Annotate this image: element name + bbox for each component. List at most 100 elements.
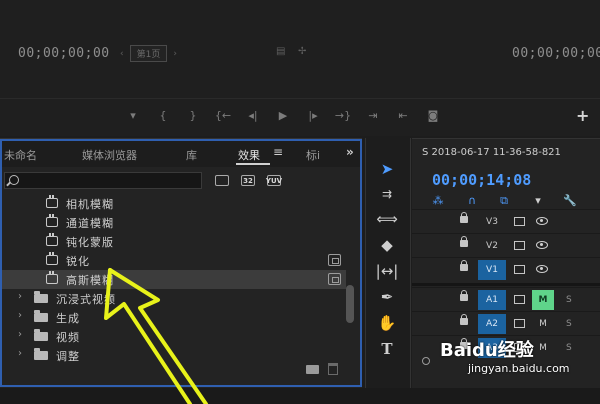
- slip-tool-icon[interactable]: |↔|: [374, 260, 400, 282]
- video-track: V2: [412, 233, 600, 257]
- play-icon[interactable]: ▶: [268, 108, 298, 124]
- track-label-targeted[interactable]: A1: [478, 290, 506, 310]
- effects-list: 相机模糊 通道模糊 钝化蒙版 锐化 高斯模糊 › 沉浸式视频 › 生成 › 视频…: [0, 195, 362, 387]
- add-marker-icon[interactable]: ▾: [530, 194, 546, 207]
- pen-tool-icon[interactable]: ✒: [374, 286, 400, 308]
- tab-libraries[interactable]: 库: [186, 147, 197, 163]
- sync-lock-icon[interactable]: [514, 265, 525, 274]
- selection-tool-icon[interactable]: ➤: [374, 158, 400, 180]
- track-label[interactable]: V2: [478, 236, 506, 256]
- type-tool-icon[interactable]: T: [374, 338, 400, 360]
- settings-icon[interactable]: ✢: [298, 46, 306, 57]
- eye-icon[interactable]: [536, 217, 548, 225]
- active-tab-indicator: [236, 163, 270, 165]
- chevron-right-icon[interactable]: ›: [18, 291, 22, 302]
- timeline-timecode[interactable]: 00;00;14;08: [432, 171, 531, 189]
- trash-icon[interactable]: [328, 363, 338, 375]
- effect-icon: [46, 195, 58, 208]
- snap-icon[interactable]: ∩: [464, 194, 480, 207]
- sync-lock-icon[interactable]: [514, 319, 525, 328]
- list-item-selected[interactable]: 高斯模糊: [2, 270, 346, 289]
- export-frame-icon[interactable]: ▤: [276, 46, 285, 57]
- tab-effects[interactable]: 效果: [238, 147, 260, 163]
- tab-media-browser[interactable]: 媒体浏览器: [82, 147, 137, 163]
- new-bin-icon[interactable]: [306, 365, 319, 374]
- mark-in-icon[interactable]: {: [148, 108, 178, 124]
- accelerated-badge-icon: [328, 254, 341, 266]
- chevron-right-icon[interactable]: ›: [18, 329, 22, 340]
- sync-lock-icon[interactable]: [514, 241, 525, 250]
- solo-button[interactable]: S: [566, 290, 580, 310]
- search-icon: [9, 175, 19, 185]
- list-item[interactable]: 通道模糊: [2, 213, 346, 232]
- scrollbar[interactable]: [346, 285, 354, 323]
- 32bit-effects-filter[interactable]: 32: [238, 172, 258, 188]
- scroll-handle[interactable]: [422, 357, 430, 365]
- track-label-targeted[interactable]: V1: [478, 260, 506, 280]
- button-editor-plus-icon[interactable]: +: [576, 108, 589, 124]
- track-divider: [412, 283, 600, 286]
- lock-icon[interactable]: [460, 260, 468, 271]
- panel-menu-icon[interactable]: ≡: [273, 145, 283, 159]
- folder-item[interactable]: › 生成: [2, 308, 346, 327]
- tab-project[interactable]: 未命名: [4, 147, 37, 163]
- chevron-right-icon[interactable]: ›: [18, 310, 22, 321]
- fit-select[interactable]: ‹ 第1页 ›: [120, 45, 177, 62]
- watermark-url: jingyan.baidu.com: [468, 362, 570, 375]
- lock-icon[interactable]: [460, 236, 468, 247]
- go-to-in-icon[interactable]: {←: [208, 108, 238, 124]
- settings-icon[interactable]: ›: [173, 49, 177, 59]
- effect-icon: [46, 214, 58, 227]
- eye-icon[interactable]: [536, 265, 548, 273]
- marker-icon[interactable]: ▾: [118, 108, 148, 124]
- lock-icon[interactable]: [460, 212, 468, 223]
- track-select-tool-icon[interactable]: ⇉: [374, 183, 400, 205]
- filter-bin-icon: [215, 175, 229, 186]
- folder-item[interactable]: › 调整: [2, 346, 346, 365]
- folder-icon: [34, 291, 48, 303]
- solo-button[interactable]: S: [566, 338, 580, 358]
- sync-lock-icon[interactable]: [514, 217, 525, 226]
- tools-panel: ➤ ⇉ ⟺ ◆ |↔| ✒ ✋ T: [365, 138, 411, 388]
- list-item[interactable]: 相机模糊: [2, 194, 346, 213]
- mute-button[interactable]: M: [532, 338, 554, 358]
- effects-panel: 未命名 媒体浏览器 库 效果 ≡ 标i » 32 YUV 相机模糊 通道模糊 钝…: [0, 138, 362, 388]
- tab-sequence[interactable]: S 2018-06-17 11-36-58-821: [422, 147, 561, 158]
- sync-lock-icon[interactable]: [514, 295, 525, 304]
- lock-icon[interactable]: [460, 290, 468, 301]
- mute-button-active[interactable]: M: [532, 290, 554, 310]
- lift-icon[interactable]: ⇥: [358, 108, 388, 124]
- wrench-icon[interactable]: 🔧: [562, 194, 578, 207]
- hand-tool-icon[interactable]: ✋: [374, 312, 400, 334]
- mute-button[interactable]: M: [532, 314, 554, 334]
- step-back-icon[interactable]: ◂|: [238, 108, 268, 124]
- track-label[interactable]: V3: [478, 212, 506, 232]
- accelerated-effects-filter[interactable]: [212, 172, 232, 188]
- eye-icon[interactable]: [536, 241, 548, 249]
- chevron-right-icon[interactable]: ›: [18, 348, 22, 359]
- list-item[interactable]: 锐化: [2, 251, 346, 270]
- step-forward-icon[interactable]: |▸: [298, 108, 328, 124]
- tab-markers[interactable]: 标i: [306, 147, 320, 163]
- folder-item[interactable]: › 沉浸式视频: [2, 289, 346, 308]
- yuv-effects-filter[interactable]: YUV: [264, 172, 284, 188]
- playhead-timecode[interactable]: 00;00;00;00: [18, 46, 110, 61]
- effects-search-input[interactable]: [4, 172, 202, 189]
- nest-icon[interactable]: ⁂: [430, 194, 446, 207]
- list-item[interactable]: 钝化蒙版: [2, 232, 346, 251]
- folder-item[interactable]: › 视频: [2, 327, 346, 346]
- camera-icon[interactable]: ◙: [418, 108, 448, 124]
- ripple-edit-tool-icon[interactable]: ⟺: [374, 208, 400, 230]
- watermark-logo: Baidu经验: [440, 340, 534, 361]
- go-to-out-icon[interactable]: →}: [328, 108, 358, 124]
- lock-icon[interactable]: [460, 314, 468, 325]
- razor-tool-icon[interactable]: ◆: [374, 234, 400, 256]
- track-label-targeted[interactable]: A2: [478, 314, 506, 334]
- extract-icon[interactable]: ⇤: [388, 108, 418, 124]
- tab-overflow-icon[interactable]: »: [346, 145, 354, 159]
- linked-selection-icon[interactable]: ⧉: [496, 194, 512, 208]
- mark-out-icon[interactable]: }: [178, 108, 208, 124]
- resolution-dropdown[interactable]: 第1页: [129, 45, 168, 62]
- folder-icon: [34, 310, 48, 322]
- solo-button[interactable]: S: [566, 314, 580, 334]
